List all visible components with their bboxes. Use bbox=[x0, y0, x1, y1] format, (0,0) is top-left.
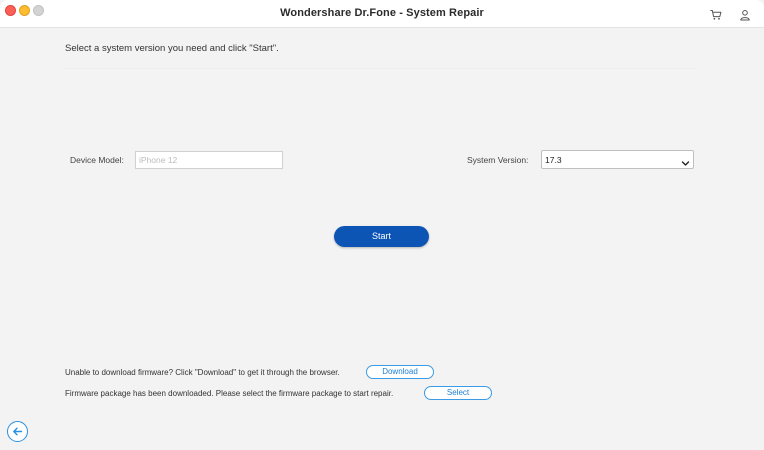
system-version-value: 17.3 bbox=[545, 155, 562, 165]
cart-icon[interactable] bbox=[710, 8, 722, 20]
app-window: Wondershare Dr.Fone - System Repair Sele… bbox=[0, 0, 764, 450]
device-model-field[interactable] bbox=[135, 151, 283, 169]
download-notice: Unable to download firmware? Click "Down… bbox=[65, 368, 340, 377]
instruction-text: Select a system version you need and cli… bbox=[65, 43, 279, 54]
user-icon[interactable] bbox=[739, 8, 751, 21]
select-notice: Firmware package has been downloaded. Pl… bbox=[65, 389, 394, 398]
download-button[interactable]: Download bbox=[366, 365, 434, 379]
select-button[interactable]: Select bbox=[424, 386, 492, 400]
divider bbox=[65, 68, 697, 69]
start-button[interactable]: Start bbox=[334, 226, 429, 247]
system-version-select[interactable]: 17.3 bbox=[541, 150, 694, 169]
title-bar: Wondershare Dr.Fone - System Repair bbox=[0, 0, 764, 28]
arrow-left-icon bbox=[13, 427, 23, 436]
window-title: Wondershare Dr.Fone - System Repair bbox=[280, 7, 484, 19]
system-version-label: System Version: bbox=[467, 155, 529, 165]
chevron-down-icon bbox=[681, 155, 690, 166]
back-button[interactable] bbox=[7, 421, 28, 442]
device-model-label: Device Model: bbox=[70, 155, 124, 165]
